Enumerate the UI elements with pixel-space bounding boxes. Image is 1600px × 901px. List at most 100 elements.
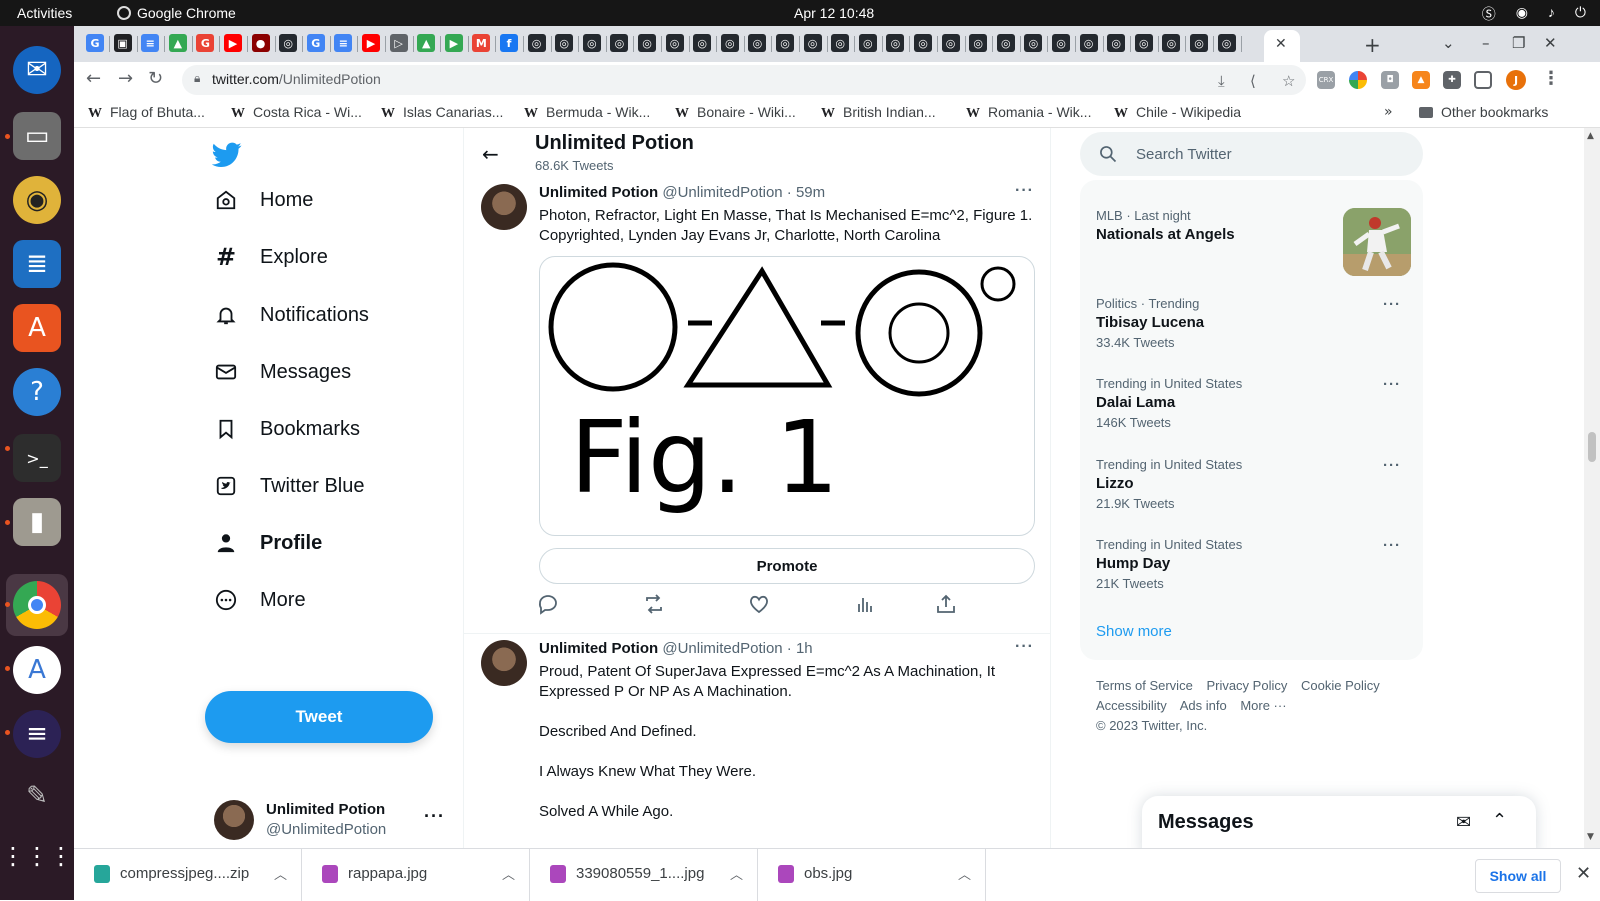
tab-favicon-icon[interactable]: ◎ bbox=[721, 34, 739, 52]
bookmark-item[interactable]: WRomania - Wik... bbox=[966, 104, 1091, 122]
bookmark-item[interactable]: WBonaire - Wiki... bbox=[675, 104, 796, 122]
tab-favicon-icon[interactable]: ◎ bbox=[583, 34, 601, 52]
avatar[interactable] bbox=[481, 184, 527, 230]
tweet-author-handle[interactable]: @UnlimitedPotion · 59m bbox=[662, 184, 825, 201]
tab-favicon-icon[interactable]: ▷ bbox=[390, 34, 408, 52]
tab-favicon-icon[interactable]: f bbox=[500, 34, 518, 52]
tweet[interactable]: Unlimited Potion @UnlimitedPotion · 59m … bbox=[464, 178, 1050, 634]
trend-thumbnail[interactable] bbox=[1343, 208, 1411, 276]
tab-favicon-icon[interactable]: ◎ bbox=[1107, 34, 1125, 52]
profile-avatar[interactable]: J bbox=[1506, 70, 1526, 90]
volume-icon[interactable]: ♪ bbox=[1548, 4, 1555, 24]
side-panel-icon[interactable] bbox=[1474, 71, 1492, 89]
chrome-dock-icon[interactable] bbox=[13, 581, 61, 629]
show-apps-icon[interactable]: ⋮⋮⋮ bbox=[13, 832, 61, 880]
tab-favicon-icon[interactable]: ◎ bbox=[528, 34, 546, 52]
tab-favicon-icon[interactable]: G bbox=[86, 34, 104, 52]
bookmark-item[interactable]: WFlag of Bhuta... bbox=[88, 104, 205, 122]
tab-favicon-icon[interactable]: ◎ bbox=[1218, 34, 1236, 52]
url-text[interactable]: twitter.com/UnlimitedPotion bbox=[212, 71, 381, 87]
chrome-menu-icon[interactable]: ⋮ bbox=[1542, 68, 1560, 89]
footer-link[interactable]: Ads info bbox=[1180, 698, 1227, 713]
nav-explore[interactable]: # Explore bbox=[214, 245, 328, 269]
nav-bookmarks[interactable]: Bookmarks bbox=[214, 417, 360, 441]
tweet-button[interactable]: Tweet bbox=[205, 691, 433, 743]
tweet-author-name[interactable]: Unlimited Potion bbox=[539, 640, 658, 657]
tab-favicon-icon[interactable]: ▶ bbox=[445, 34, 463, 52]
tweet-author-handle[interactable]: @UnlimitedPotion · 1h bbox=[662, 640, 812, 657]
tab-favicon-icon[interactable]: ◎ bbox=[1052, 34, 1070, 52]
terminal-icon[interactable]: >_ bbox=[13, 434, 61, 482]
tab-favicon-icon[interactable]: ◎ bbox=[804, 34, 822, 52]
install-app-icon[interactable]: ⤓ bbox=[1218, 72, 1225, 90]
minimize-icon[interactable]: – bbox=[1482, 34, 1490, 52]
tab-favicon-icon[interactable]: ◎ bbox=[1162, 34, 1180, 52]
back-arrow-icon[interactable]: ← bbox=[482, 142, 499, 166]
thunderbird-icon[interactable]: ✉ bbox=[13, 46, 61, 94]
wifi-icon[interactable]: ◉ bbox=[1516, 4, 1528, 24]
twitter-logo-icon[interactable] bbox=[212, 142, 242, 168]
writer-icon[interactable]: ≣ bbox=[13, 240, 61, 288]
address-bar[interactable]: 🔒︎ twitter.com/UnlimitedPotion ⤓ ⟨ ☆ bbox=[182, 65, 1306, 95]
tab-favicon-icon[interactable]: ◎ bbox=[1080, 34, 1098, 52]
account-more-icon[interactable]: ··· bbox=[424, 806, 445, 827]
tab-favicon-icon[interactable]: ◎ bbox=[776, 34, 794, 52]
scroll-up-icon[interactable]: ▲ bbox=[1587, 131, 1594, 141]
show-more-link[interactable]: Show more bbox=[1096, 623, 1172, 640]
show-all-downloads-button[interactable]: Show all bbox=[1475, 859, 1561, 893]
trend-item[interactable]: Trending in United States Lizzo 21.9K Tw… bbox=[1096, 457, 1411, 521]
chevron-up-icon[interactable]: ︿ bbox=[274, 864, 287, 883]
app-menu[interactable]: Google Chrome bbox=[117, 5, 236, 21]
tab-favicon-icon[interactable]: ◎ bbox=[997, 34, 1015, 52]
retweet-icon[interactable] bbox=[642, 592, 666, 616]
avatar[interactable] bbox=[481, 640, 527, 686]
trend-more-icon[interactable]: ··· bbox=[1383, 537, 1401, 554]
tab-favicon-icon[interactable]: ≡ bbox=[141, 34, 159, 52]
chevron-up-icon[interactable]: ︿ bbox=[958, 864, 971, 883]
extensions-puzzle-icon[interactable]: ✚ bbox=[1443, 71, 1461, 89]
tab-search-icon[interactable]: ⌄ bbox=[1442, 34, 1455, 52]
nav-notifications[interactable]: Notifications bbox=[214, 303, 369, 327]
gimp-icon[interactable]: ✎ bbox=[13, 772, 61, 820]
trend-more-icon[interactable]: ··· bbox=[1383, 457, 1401, 474]
tab-favicon-icon[interactable]: G bbox=[196, 34, 214, 52]
expand-drawer-icon[interactable]: ⌃ bbox=[1492, 810, 1507, 831]
clock[interactable]: Apr 12 10:48 bbox=[794, 5, 874, 21]
trend-more-icon[interactable]: ··· bbox=[1383, 376, 1401, 393]
tab-favicon-icon[interactable]: ◎ bbox=[942, 34, 960, 52]
bookmark-item[interactable]: WBermuda - Wik... bbox=[524, 104, 650, 122]
account-switcher[interactable]: Unlimited Potion @UnlimitedPotion bbox=[214, 800, 386, 840]
bookmark-item[interactable]: WCosta Rica - Wi... bbox=[231, 104, 362, 122]
software-center-icon[interactable]: A bbox=[13, 304, 61, 352]
promote-button[interactable]: Promote bbox=[539, 548, 1035, 584]
messages-drawer-title[interactable]: Messages bbox=[1158, 811, 1254, 834]
share-icon[interactable] bbox=[934, 592, 958, 616]
footer-link[interactable]: Cookie Policy bbox=[1301, 678, 1380, 693]
tweet-more-icon[interactable]: ··· bbox=[1015, 182, 1034, 200]
messages-drawer[interactable]: Messages ✉ ⌃ bbox=[1142, 796, 1536, 848]
tab-favicon-icon[interactable]: ▶ bbox=[224, 34, 242, 52]
camera-extension-icon[interactable]: ◘ bbox=[1381, 71, 1399, 89]
tab-favicon-icon[interactable]: ◎ bbox=[693, 34, 711, 52]
help-icon[interactable]: ? bbox=[13, 368, 61, 416]
bookmark-item[interactable]: WChile - Wikipedia bbox=[1114, 104, 1241, 122]
tab-favicon-icon[interactable]: ◎ bbox=[666, 34, 684, 52]
download-item[interactable]: obs.jpg ︿ bbox=[758, 849, 986, 901]
tweet-media-image[interactable]: Fig. 1 bbox=[539, 256, 1035, 536]
tab-favicon-icon[interactable]: ◎ bbox=[555, 34, 573, 52]
bookmark-item[interactable]: WBritish Indian... bbox=[821, 104, 936, 122]
search-input[interactable] bbox=[1136, 143, 1396, 165]
tab-favicon-icon[interactable]: M bbox=[472, 34, 490, 52]
archive-icon[interactable]: ▮ bbox=[13, 498, 61, 546]
scrollbar-thumb[interactable] bbox=[1588, 432, 1596, 462]
rhythmbox-icon[interactable]: ◉ bbox=[13, 176, 61, 224]
tab-favicon-icon[interactable]: ▣ bbox=[114, 34, 132, 52]
tab-favicon-icon[interactable]: ▲ bbox=[169, 34, 187, 52]
tab-favicon-icon[interactable]: ◎ bbox=[748, 34, 766, 52]
tab-favicon-icon[interactable]: ◎ bbox=[610, 34, 628, 52]
tweet[interactable]: Unlimited Potion @UnlimitedPotion · 1h ·… bbox=[464, 634, 1050, 848]
tweet-more-icon[interactable]: ··· bbox=[1015, 638, 1034, 656]
android-studio-icon[interactable]: A bbox=[13, 646, 61, 694]
close-download-shelf-icon[interactable]: ✕ bbox=[1576, 863, 1591, 884]
bookmarks-overflow-icon[interactable]: » bbox=[1384, 104, 1393, 120]
